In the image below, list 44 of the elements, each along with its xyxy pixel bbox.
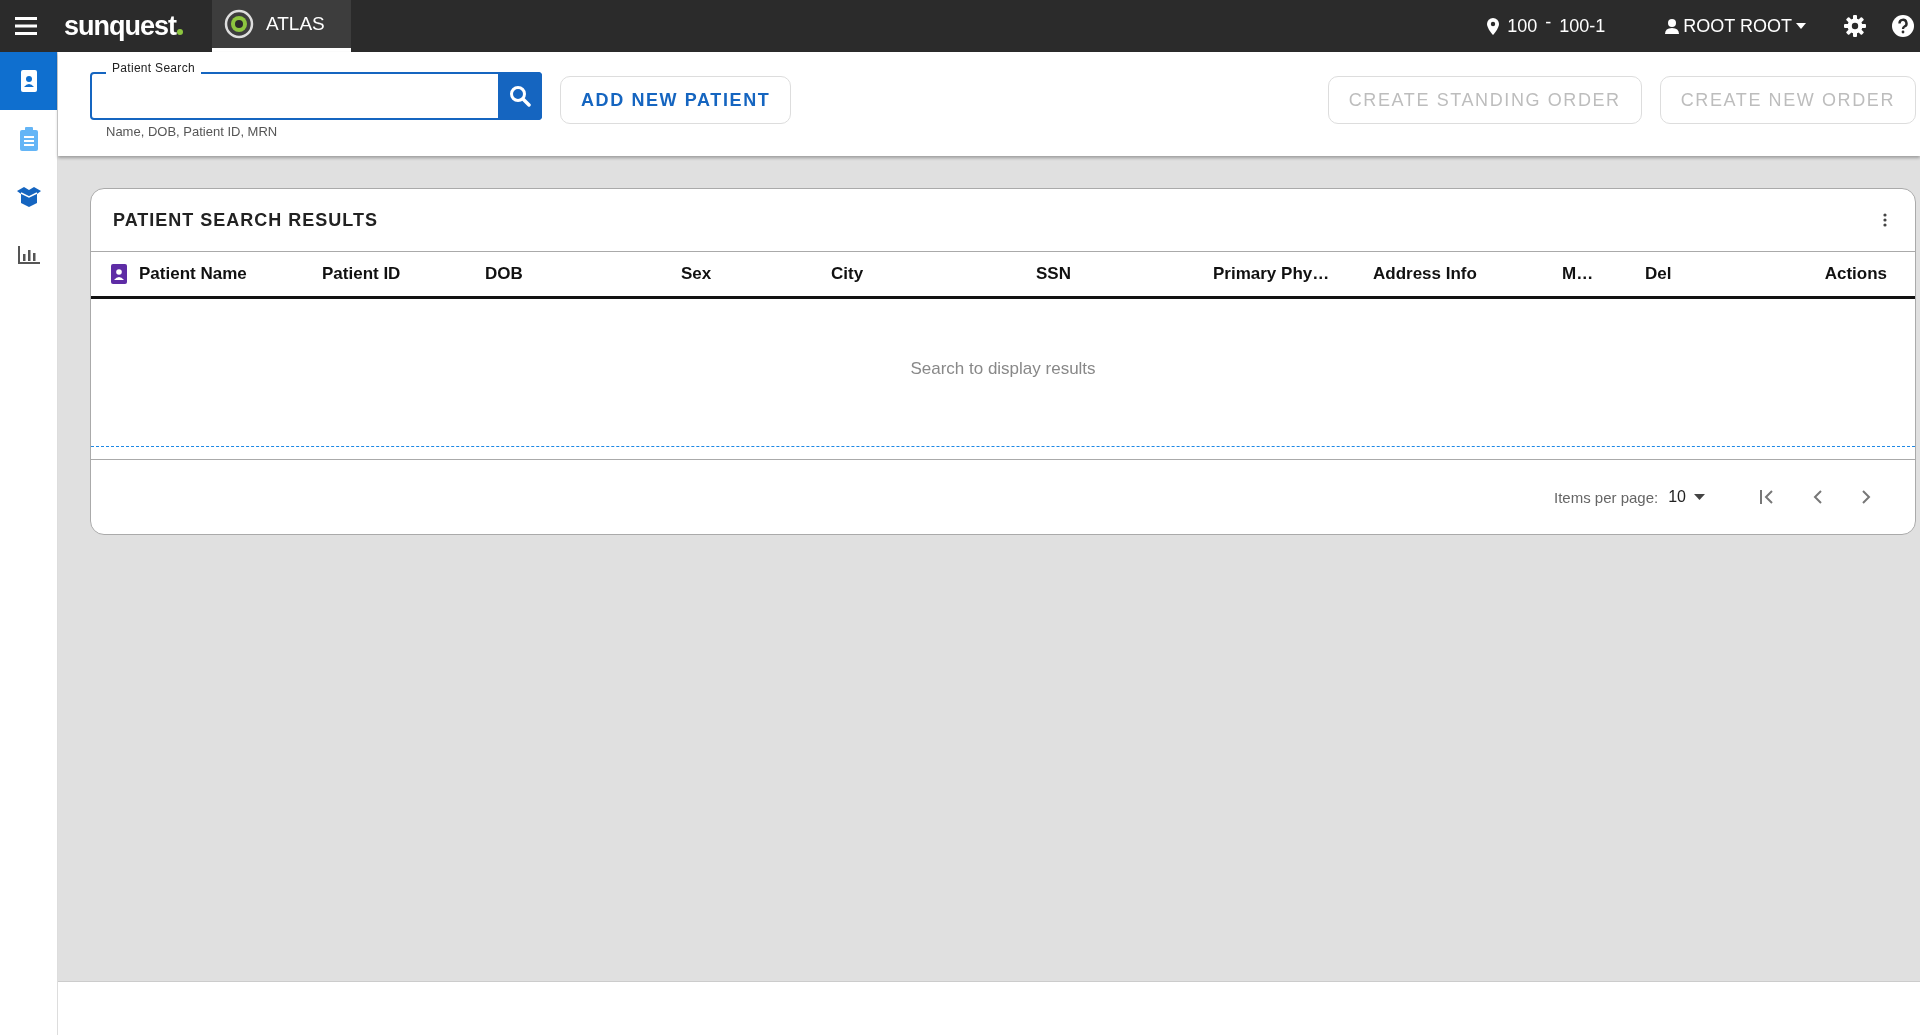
column-header[interactable]: Address Info (1373, 264, 1477, 284)
search-hint: Name, DOB, Patient ID, MRN (106, 124, 279, 139)
dot-icon (177, 28, 183, 35)
location-separator: - (1545, 11, 1552, 33)
column-header[interactable]: DOB (485, 264, 523, 284)
column-header[interactable]: Del (1645, 264, 1672, 284)
empty-message: Search to display results (910, 359, 1096, 379)
location-pin-icon (1487, 17, 1500, 35)
chevron-right-icon (1861, 489, 1871, 505)
clipboard-icon (19, 127, 38, 151)
first-page-icon (1759, 489, 1775, 505)
id-badge-icon (111, 264, 127, 284)
column-header[interactable]: Patient Name (139, 264, 247, 284)
add-patient-button[interactable]: ADD NEW PATIENT (560, 76, 792, 124)
caret-icon (1694, 494, 1705, 500)
location-site[interactable]: 100 (1507, 15, 1538, 37)
app-tab[interactable]: ATLAS (212, 0, 351, 52)
column-header[interactable]: Sex (681, 264, 712, 284)
sidebar-item[interactable] (0, 52, 57, 110)
search-icon (509, 85, 531, 107)
logo: sunquest (64, 10, 176, 42)
menu-icon[interactable] (15, 17, 37, 35)
location-unit[interactable]: 100-1 (1559, 15, 1606, 37)
chevron-left-icon (1813, 489, 1823, 505)
column-header[interactable]: Actions (1824, 264, 1887, 284)
box-icon (15, 187, 42, 207)
gear-cycle-icon (224, 9, 254, 39)
caret-icon (1796, 23, 1806, 29)
user-menu[interactable]: ROOT ROOT (1665, 15, 1806, 37)
column-header[interactable]: Primary Phy… (1213, 264, 1330, 284)
person-icon (1665, 18, 1680, 34)
settings-icon[interactable] (1844, 15, 1866, 37)
id-badge-icon (20, 70, 37, 92)
column-header[interactable]: SSN (1036, 264, 1071, 284)
column-header[interactable]: City (831, 264, 864, 284)
bar-chart-icon (17, 246, 40, 264)
page-size-select[interactable]: 10 (1668, 488, 1705, 506)
column-header[interactable]: M… (1562, 264, 1594, 284)
column-header[interactable]: Patient ID (322, 264, 401, 284)
card-title: PATIENT SEARCH RESULTS (113, 209, 378, 231)
items-per-page-label: Items per page: (1553, 488, 1659, 506)
search-button[interactable] (498, 72, 542, 120)
more-options-icon[interactable] (1883, 213, 1887, 227)
help-icon[interactable] (1892, 15, 1914, 37)
